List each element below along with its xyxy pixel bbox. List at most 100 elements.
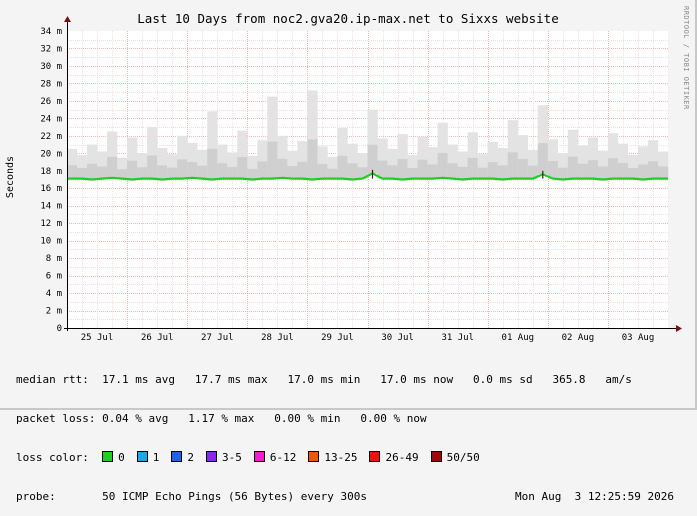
y-tick-label: 6 m	[46, 272, 62, 282]
loss-color-item: 13-25	[308, 451, 357, 464]
smoke-core	[137, 167, 148, 179]
smoke-core	[487, 162, 498, 179]
y-tick-label: 18 m	[40, 167, 62, 177]
smoke-core	[617, 162, 629, 179]
x-tick-label: 30 Jul	[381, 333, 414, 343]
legend-probe: probe: 50 ICMP Echo Pings (56 Bytes) eve…	[16, 490, 686, 503]
smoke-core	[317, 164, 328, 179]
loss-color-item: 2	[171, 451, 194, 464]
loss-color-items: 0 1 2 3-5 6-12 13-25 26-49 50/50	[102, 451, 492, 464]
smoke-core	[497, 165, 508, 180]
loss-color-swatch	[430, 451, 442, 462]
smoke-core	[237, 157, 248, 179]
smoke-core	[367, 144, 378, 174]
x-tick-label: 26 Jul	[141, 333, 174, 343]
smoke-core	[657, 166, 669, 179]
smoke-core	[447, 163, 458, 179]
smoke-core	[417, 159, 428, 179]
y-tick-label: 34 m	[40, 27, 62, 37]
y-tick-label: 10 m	[40, 237, 62, 247]
smoke-core	[157, 165, 168, 180]
smoke-core	[277, 158, 288, 178]
packet-loss-stats: 0.04 % avg 1.17 % max 0.00 % min 0.00 % …	[102, 412, 427, 425]
y-tick-label: 14 m	[40, 202, 62, 212]
loss-color-range-label: 6-12	[269, 451, 297, 464]
smoke-core	[577, 163, 589, 179]
loss-color-swatch	[136, 451, 148, 462]
x-tick-label: 27 Jul	[201, 333, 234, 343]
loss-color-item: 3-5	[205, 451, 242, 464]
smoke-core	[427, 164, 438, 179]
smoke-core	[517, 158, 528, 179]
y-tick-label: 0	[57, 324, 62, 334]
loss-color-item: 26-49	[369, 451, 419, 464]
probe-text: 50 ICMP Echo Pings (56 Bytes) every 300s	[102, 490, 368, 503]
loss-color-swatch	[308, 451, 320, 462]
smoke-core	[87, 163, 98, 180]
smoke-core	[97, 166, 108, 179]
loss-color-swatch	[369, 451, 381, 462]
x-tick-label: 28 Jul	[261, 333, 294, 343]
x-tick-label: 01 Aug	[502, 333, 535, 343]
smoke-core	[397, 159, 408, 180]
y-tick-labels: 0 2 m 4 m 6 m 8 m 10 m 12 m 14 m 16 m 18 m 20 m 22 …	[40, 27, 62, 334]
smoke-core	[537, 143, 548, 175]
smoke-core	[407, 168, 418, 179]
loss-color-item: 1	[136, 451, 159, 464]
legend-packet-loss: packet loss: 0.04 % avg 1.17 % max 0.00 …	[16, 412, 686, 425]
loss-color-swatch	[102, 451, 114, 462]
x-tick-label: 29 Jul	[321, 333, 354, 343]
smoke-core	[217, 163, 228, 179]
smoke-core	[257, 161, 268, 179]
median-rtt-stats: 17.1 ms avg 17.7 ms max 17.0 ms min 17.0…	[102, 373, 632, 386]
loss-color-swatch	[205, 451, 217, 462]
smoke-core	[197, 165, 208, 179]
rrdtool-watermark: RRDTOOL / TOBI OETIKER	[682, 6, 690, 110]
x-tick-label: 25 Jul	[81, 333, 114, 343]
x-axis-arrow	[676, 325, 682, 332]
legend-median-rtt: median rtt: 17.1 ms avg 17.7 ms max 17.0…	[16, 373, 686, 386]
smoke-core	[67, 165, 78, 179]
smoke-core	[337, 155, 348, 179]
smoke-core	[607, 158, 619, 179]
smoke-core	[507, 152, 518, 179]
loss-color-item: 0	[102, 451, 125, 464]
x-tick-label: 03 Aug	[622, 333, 655, 343]
y-tick-label: 20 m	[40, 149, 62, 159]
loss-color-item: 6-12	[253, 451, 297, 464]
smoke-core	[467, 157, 478, 179]
packet-loss-label: packet loss:	[16, 412, 96, 425]
smoke-core	[297, 161, 308, 179]
smoke-core	[107, 156, 118, 178]
y-tick-label: 28 m	[40, 79, 62, 89]
smoke-core	[567, 156, 579, 179]
smoke-core	[77, 168, 88, 179]
smoke-core	[387, 165, 398, 179]
y-tick-label: 32 m	[40, 45, 62, 55]
legend: median rtt: 17.1 ms avg 17.7 ms max 17.0…	[16, 347, 686, 516]
smoke-core	[477, 167, 488, 179]
smoke-core	[227, 166, 238, 179]
smoke-core	[127, 160, 138, 180]
smoke-core	[287, 166, 298, 179]
y-tick-label: 4 m	[46, 289, 62, 299]
smoke-core	[177, 159, 188, 179]
smoke-core	[637, 164, 649, 180]
x-tick-label: 31 Jul	[441, 333, 474, 343]
smoke-core	[457, 166, 468, 180]
y-tick-label: 2 m	[46, 307, 62, 317]
loss-color-swatch	[171, 451, 183, 462]
y-axis-label: Seconds	[5, 156, 16, 198]
smoke-core	[627, 168, 639, 179]
y-tick-label: 22 m	[40, 132, 62, 142]
smoke-core	[147, 155, 158, 179]
probe-label: probe:	[16, 490, 56, 503]
smoke-core	[267, 141, 278, 179]
y-tick-label: 16 m	[40, 184, 62, 194]
smoke-core	[187, 162, 198, 178]
loss-color-range-label: 26-49	[385, 451, 419, 464]
y-tick-label: 8 m	[46, 254, 62, 264]
loss-color-swatch	[253, 451, 265, 462]
loss-color-range-label: 3-5	[221, 451, 242, 464]
smoke-core	[587, 160, 599, 179]
